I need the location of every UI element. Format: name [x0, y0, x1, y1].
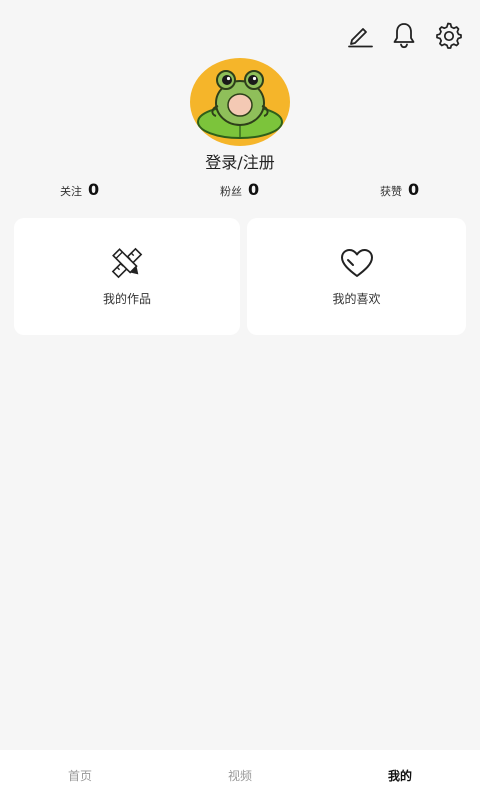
nav-me[interactable]: 我的 [320, 750, 480, 800]
my-works-label: 我的作品 [102, 292, 151, 306]
my-works-card[interactable]: 我的作品 [14, 218, 240, 335]
stat-likes-received[interactable]: 获赞 0 [380, 180, 419, 199]
nav-home[interactable]: 首页 [0, 750, 160, 800]
stat-followers-value: 0 [248, 180, 260, 199]
stat-followers-label: 粉丝 [220, 185, 242, 198]
stat-likes-received-label: 获赞 [380, 185, 402, 198]
top-toolbar [346, 20, 462, 50]
stat-likes-received-value: 0 [408, 180, 420, 199]
heart-icon [338, 246, 376, 280]
my-likes-label: 我的喜欢 [332, 292, 381, 306]
pencil-ruler-icon [108, 246, 146, 280]
stat-following-label: 关注 [60, 185, 82, 198]
avatar[interactable] [190, 58, 290, 146]
frog-avatar-icon [197, 70, 283, 139]
nav-video[interactable]: 视频 [160, 750, 320, 800]
profile-screen: 登录/注册 关注 0 粉丝 0 获赞 0 我的作品 我的喜欢 首页 视频 我的 [0, 0, 480, 800]
stat-following-value: 0 [88, 180, 100, 199]
login-register-link[interactable]: 登录/注册 [0, 149, 480, 173]
settings-icon[interactable] [434, 20, 462, 50]
bottom-nav: 首页 视频 我的 [0, 750, 480, 800]
edit-icon[interactable] [346, 20, 374, 50]
stats-row: 关注 0 粉丝 0 获赞 0 [0, 180, 480, 202]
stat-following[interactable]: 关注 0 [60, 180, 99, 199]
bell-icon[interactable] [390, 20, 418, 50]
my-likes-card[interactable]: 我的喜欢 [247, 218, 466, 335]
stat-followers[interactable]: 粉丝 0 [220, 180, 259, 199]
